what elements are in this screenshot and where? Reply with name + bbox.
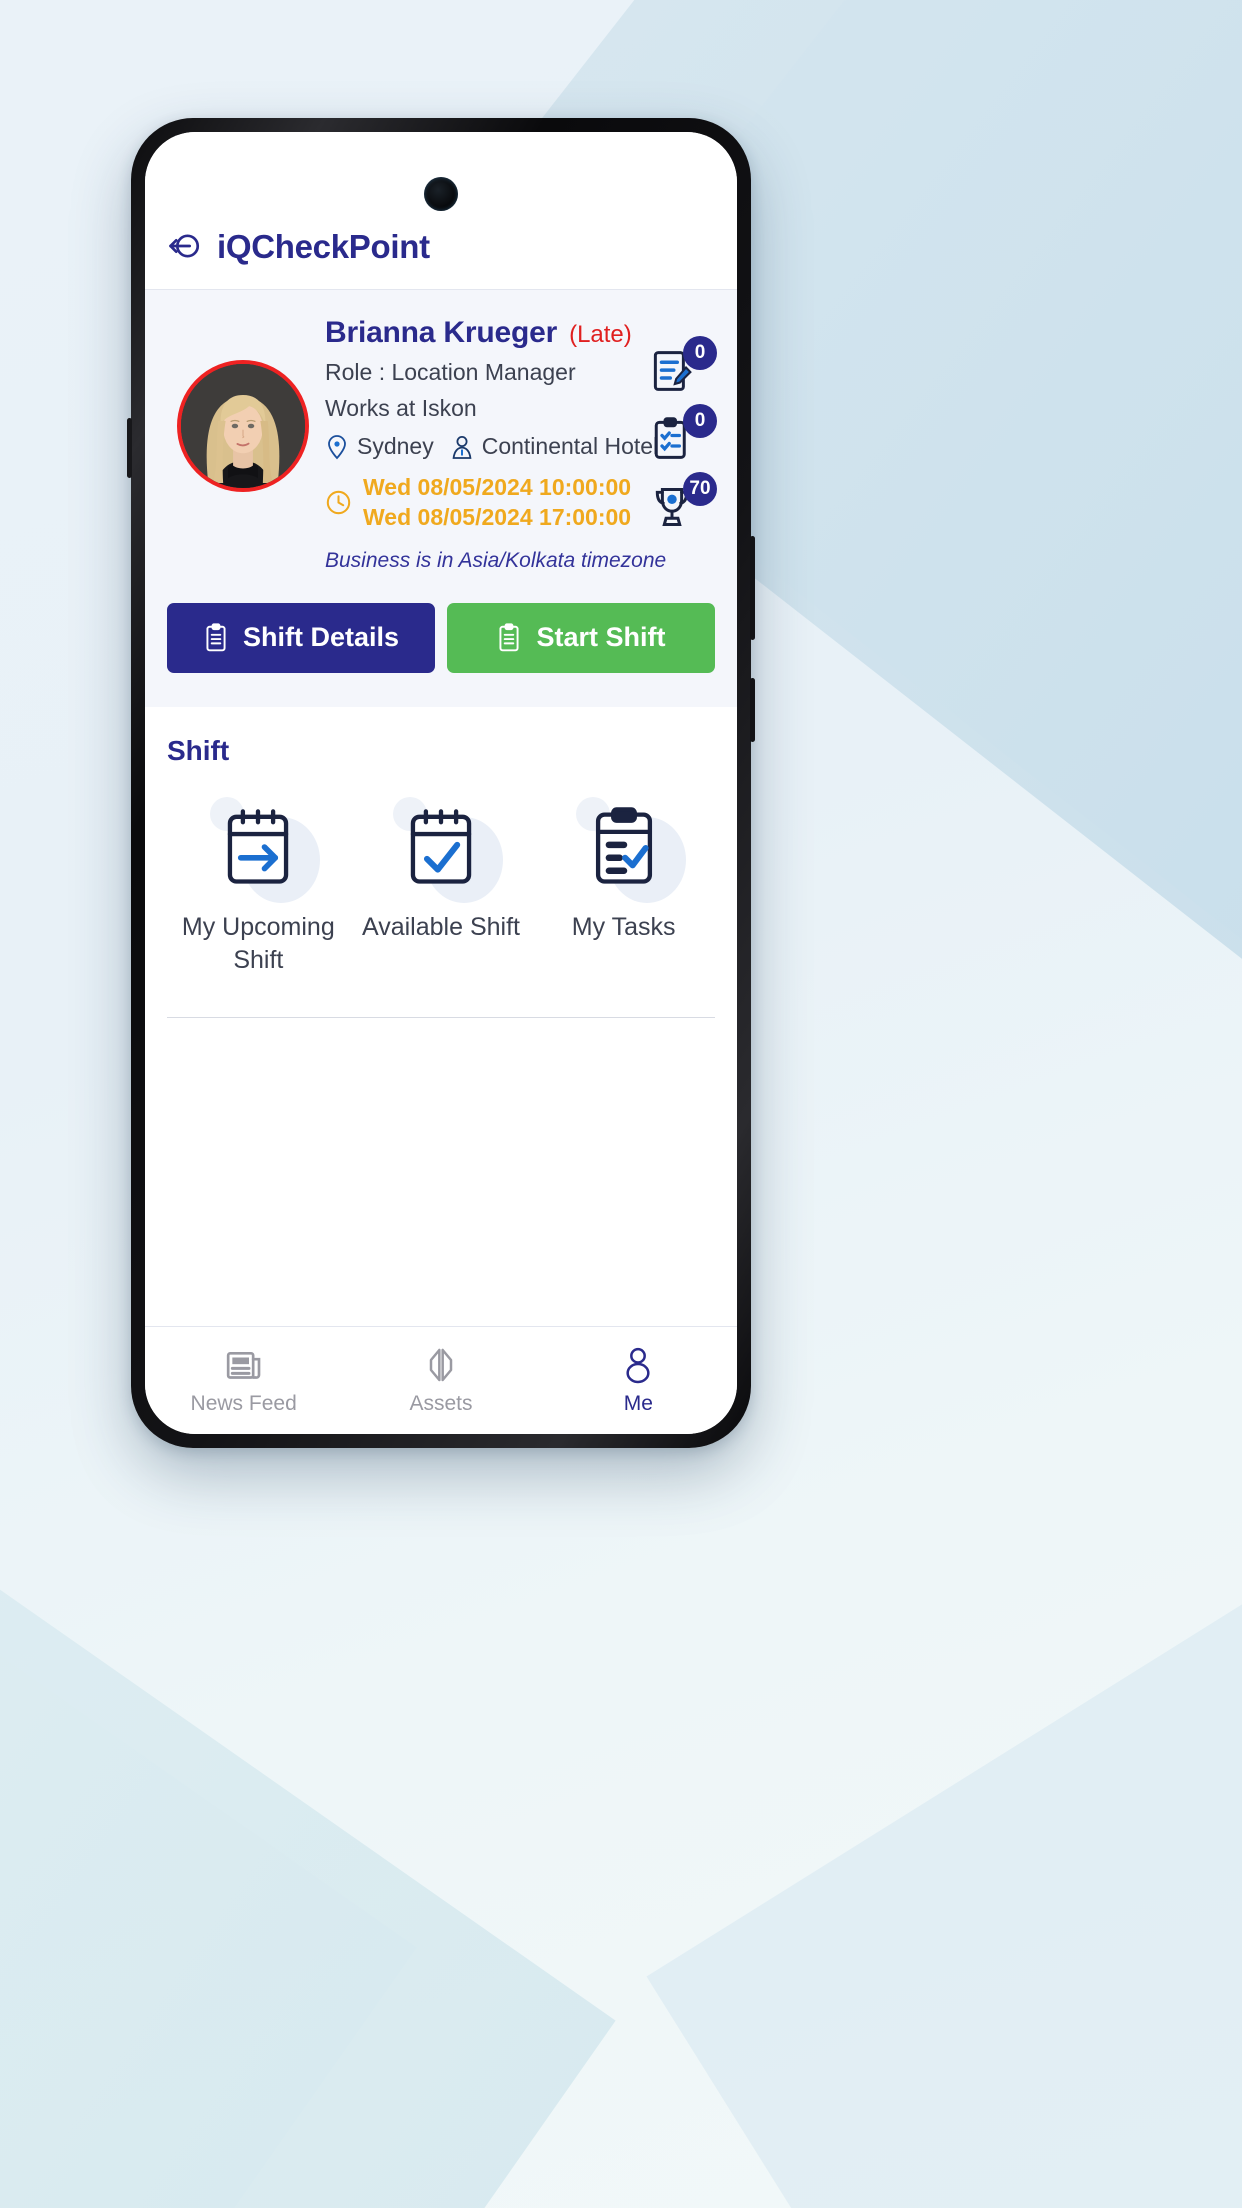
tile-icon-wrap (389, 795, 503, 903)
tile-label: Available Shift (362, 912, 520, 941)
phone-side-button-left (127, 418, 132, 478)
clock-icon (326, 491, 351, 515)
assets-icon (429, 1348, 453, 1382)
nav-label: Me (623, 1392, 653, 1415)
phone-screen: iQCheckPoint Brianna Krueger (Late) Role… (145, 132, 737, 1434)
avatar-photo (181, 364, 305, 488)
name-row: Brianna Krueger (Late) (325, 316, 651, 350)
action-buttons-row: Shift Details Start Shift (145, 573, 737, 673)
works-at-line: Works at Iskon (325, 395, 477, 421)
tile-available-shift[interactable]: Available Shift (350, 795, 533, 977)
newspaper-icon (226, 1352, 260, 1379)
profile-card: Brianna Krueger (Late) Role : Location M… (145, 290, 737, 707)
bottom-navigation: News Feed Assets Me (145, 1326, 737, 1434)
tile-my-upcoming-shift[interactable]: My Upcoming Shift (167, 795, 350, 977)
shift-section: Shift My Upcoming Shift Available Shift … (145, 706, 737, 1326)
tile-icon-wrap (572, 795, 686, 903)
map-pin-icon (328, 434, 346, 459)
front-camera-punch-hole (424, 177, 458, 211)
app-title: iQCheckPoint (217, 228, 430, 265)
shift-details-label: Shift Details (242, 622, 400, 653)
role-line: Role : Location Manager (325, 359, 576, 385)
phone-side-button-power (750, 678, 755, 742)
nav-label: News Feed (190, 1392, 297, 1415)
stat-points-count: 70 (683, 472, 717, 506)
clipboard-icon (499, 623, 520, 652)
tile-my-tasks[interactable]: My Tasks (532, 795, 715, 977)
clipboard-tasks-icon (595, 807, 652, 884)
timezone-note: Business is in Asia/Kolkata timezone (325, 548, 667, 572)
shift-time-row: Wed 08/05/2024 10:00:00 Wed 08/05/2024 1… (325, 473, 651, 533)
app-bar: iQCheckPoint (145, 132, 737, 290)
location-label: Sydney (357, 433, 434, 459)
stat-points[interactable]: 70 (651, 472, 717, 530)
stat-forms[interactable]: 0 (651, 336, 717, 394)
profile-info: Brianna Krueger (Late) Role : Location M… (325, 312, 667, 573)
stat-badges-column: 0 0 70 (651, 336, 725, 530)
meta-row: Sydney Continental Hotel (325, 433, 658, 460)
calendar-arrow-icon (228, 809, 289, 884)
person-outline-icon (626, 1347, 650, 1384)
nav-item-me[interactable]: Me (540, 1327, 737, 1434)
phone-mockup: iQCheckPoint Brianna Krueger (Late) Role… (127, 118, 755, 1448)
profile-name: Brianna Krueger (325, 316, 558, 349)
phone-side-button-volume (750, 536, 755, 640)
shift-tiles-grid: My Upcoming Shift Available Shift My Tas… (167, 773, 715, 977)
tile-icon-wrap (206, 795, 321, 903)
tile-label: My Upcoming Shift (181, 912, 335, 974)
stat-tasks-count: 0 (683, 404, 717, 438)
shift-end-time: Wed 08/05/2024 17:00:00 (363, 503, 632, 530)
profile-top-row: Brianna Krueger (Late) Role : Location M… (145, 312, 737, 573)
tile-label: My Tasks (571, 912, 676, 941)
person-icon (452, 435, 472, 459)
logout-arrow-icon[interactable] (167, 229, 201, 263)
status-badge: (Late) (569, 321, 632, 348)
nav-item-news-feed[interactable]: News Feed (145, 1327, 342, 1434)
stat-forms-count: 0 (683, 336, 717, 370)
start-shift-label: Start Shift (536, 622, 666, 653)
site-label: Continental Hotel (481, 433, 659, 459)
start-shift-button[interactable]: Start Shift (447, 602, 715, 673)
shift-times: Wed 08/05/2024 10:00:00 Wed 08/05/2024 1… (363, 473, 631, 533)
nav-label: Assets (409, 1392, 473, 1415)
nav-item-assets[interactable]: Assets (342, 1327, 539, 1434)
stat-tasks[interactable]: 0 (651, 404, 717, 462)
clipboard-icon (206, 623, 226, 652)
avatar[interactable] (177, 360, 309, 492)
shift-start-time: Wed 08/05/2024 10:00:00 (363, 474, 632, 500)
shift-section-heading: Shift (167, 734, 230, 766)
calendar-check-icon (410, 809, 472, 884)
shift-section-divider (167, 1016, 715, 1018)
shift-details-button[interactable]: Shift Details (167, 602, 435, 673)
